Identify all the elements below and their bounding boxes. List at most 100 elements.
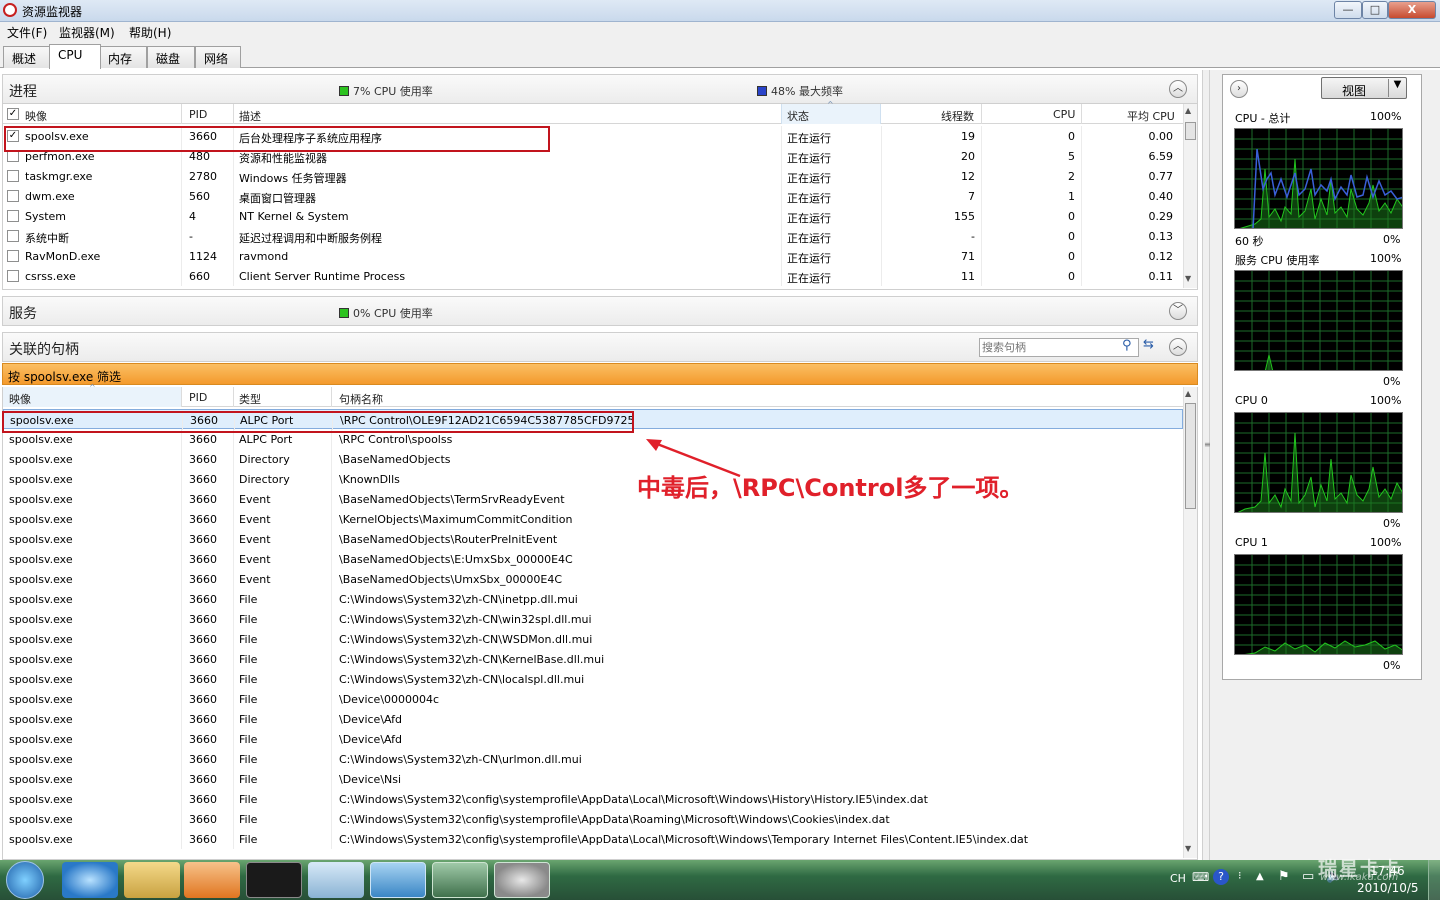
- process-checkbox[interactable]: [7, 190, 19, 202]
- scroll-up-icon[interactable]: ▲: [1185, 389, 1191, 398]
- menu-help[interactable]: 帮助(H): [129, 24, 171, 41]
- tab-overview[interactable]: 概述: [3, 46, 51, 68]
- scroll-down-icon[interactable]: ▼: [1185, 844, 1191, 853]
- process-checkbox[interactable]: [7, 230, 19, 242]
- show-desktop-button[interactable]: [1428, 860, 1440, 900]
- handle-row[interactable]: spoolsv.exe 3660 Event \BaseNamedObjects\Ro…: [3, 529, 1183, 549]
- help-icon[interactable]: ?: [1213, 869, 1229, 885]
- keyboard-icon[interactable]: ⌨: [1192, 870, 1209, 884]
- col-threads[interactable]: 线程数: [941, 108, 974, 124]
- handle-row[interactable]: spoolsv.exe 3660 Event \KernelObjects\Maxim…: [3, 509, 1183, 529]
- tray-icon[interactable]: ⁝: [1238, 869, 1242, 882]
- process-avg: 0.29: [1148, 210, 1174, 223]
- ie-icon[interactable]: [62, 862, 118, 898]
- handle-row[interactable]: spoolsv.exe 3660 File C:\Windows\System32\z…: [3, 749, 1183, 769]
- services-section-header[interactable]: 服务 0% CPU 使用率 ﹀: [2, 296, 1198, 326]
- flag-icon[interactable]: ⚑: [1278, 869, 1290, 884]
- expand-down-icon[interactable]: ﹀: [1169, 302, 1187, 320]
- process-row[interactable]: dwm.exe 560 桌面窗口管理器 正在运行 7 1 0.40: [3, 186, 1183, 206]
- col-pid[interactable]: PID: [189, 108, 207, 121]
- paint-icon[interactable]: [308, 862, 364, 898]
- col-image[interactable]: 映像: [25, 108, 47, 124]
- process-checkbox[interactable]: [7, 250, 19, 262]
- scroll-thumb[interactable]: [1185, 122, 1196, 140]
- processes-scrollbar[interactable]: ▲ ▼: [1183, 104, 1197, 288]
- refresh-icon[interactable]: ⇆: [1143, 337, 1154, 352]
- search-icon[interactable]: ⚲: [1122, 338, 1132, 353]
- clock-time[interactable]: 17:46: [1370, 864, 1405, 878]
- process-checkbox[interactable]: [7, 210, 19, 222]
- process-cpu: 0: [1068, 210, 1075, 223]
- process-threads: 71: [961, 250, 975, 263]
- view-button[interactable]: 视图 ▼: [1321, 77, 1407, 99]
- handle-image: spoolsv.exe: [9, 513, 73, 526]
- handle-row[interactable]: spoolsv.exe 3660 File \Device\Nsi: [3, 769, 1183, 789]
- collapse-up-icon[interactable]: ︿: [1169, 338, 1187, 356]
- process-desc: Windows 任务管理器: [239, 172, 347, 185]
- minimize-button[interactable]: —: [1334, 1, 1362, 19]
- processes-section-header[interactable]: 进程 7% CPU 使用率 48% 最大频率 ︿: [2, 74, 1198, 104]
- collapse-up-icon[interactable]: ︿: [1169, 80, 1187, 98]
- col-handle-pid[interactable]: PID: [189, 391, 207, 404]
- handle-row[interactable]: spoolsv.exe 3660 File C:\Windows\System32\c…: [3, 789, 1183, 809]
- media-player-icon[interactable]: [184, 862, 240, 898]
- handle-row[interactable]: spoolsv.exe 3660 File \Device\Afd: [3, 729, 1183, 749]
- scroll-up-icon[interactable]: ▲: [1185, 106, 1191, 115]
- maximize-button[interactable]: □: [1362, 1, 1388, 19]
- handles-scrollbar[interactable]: ▲ ▼: [1183, 387, 1197, 858]
- expand-right-icon[interactable]: ›: [1230, 80, 1248, 98]
- handle-row[interactable]: spoolsv.exe 3660 File C:\Windows\System32\c…: [3, 829, 1183, 849]
- col-description[interactable]: 描述: [239, 108, 261, 124]
- select-all-checkbox[interactable]: ✓: [7, 108, 19, 120]
- process-row[interactable]: csrss.exe 660 Client Server Runtime Proces…: [3, 266, 1183, 286]
- handle-image: spoolsv.exe: [9, 433, 73, 446]
- handle-row[interactable]: spoolsv.exe 3660 File C:\Windows\System32\z…: [3, 609, 1183, 629]
- col-status[interactable]: 状态: [787, 108, 809, 124]
- handle-row[interactable]: spoolsv.exe 3660 File C:\Windows\System32\z…: [3, 629, 1183, 649]
- network-icon[interactable]: ▭: [1302, 869, 1314, 884]
- col-handle-name[interactable]: 句柄名称: [339, 391, 383, 407]
- app-figure-icon[interactable]: [246, 862, 302, 898]
- process-row[interactable]: 系统中断 - 延迟过程调用和中断服务例程 正在运行 - 0 0.13: [3, 226, 1183, 246]
- process-row[interactable]: System 4 NT Kernel & System 正在运行 155 0 0.29: [3, 206, 1183, 226]
- handle-row[interactable]: spoolsv.exe 3660 File C:\Windows\System32\z…: [3, 649, 1183, 669]
- scroll-thumb[interactable]: [1185, 403, 1196, 509]
- resource-monitor-task-icon[interactable]: [432, 862, 488, 898]
- menu-monitor[interactable]: 监视器(M): [59, 24, 115, 41]
- handle-row[interactable]: spoolsv.exe 3660 Directory \BaseNamedObject…: [3, 449, 1183, 469]
- handle-row[interactable]: spoolsv.exe 3660 File C:\Windows\System32\z…: [3, 589, 1183, 609]
- handle-search-input[interactable]: [979, 338, 1139, 357]
- handle-row[interactable]: spoolsv.exe 3660 Event \BaseNamedObjects\Um…: [3, 569, 1183, 589]
- explorer-folder-icon[interactable]: [124, 862, 180, 898]
- tab-disk[interactable]: 磁盘: [147, 46, 195, 68]
- language-indicator[interactable]: CH: [1170, 872, 1186, 885]
- col-avg-cpu[interactable]: 平均 CPU: [1127, 108, 1175, 124]
- app-diamond-icon[interactable]: [370, 862, 426, 898]
- col-cpu[interactable]: CPU: [1053, 108, 1075, 121]
- process-checkbox[interactable]: [7, 170, 19, 182]
- process-row[interactable]: taskmgr.exe 2780 Windows 任务管理器 正在运行 12 2 0.77: [3, 166, 1183, 186]
- handles-section-header[interactable]: 关联的句柄 ⚲ ⇆ ︿: [2, 332, 1198, 362]
- start-orb-icon[interactable]: [6, 861, 44, 899]
- process-row[interactable]: RavMonD.exe 1124 ravmond 正在运行 71 0 0.12: [3, 246, 1183, 266]
- handle-row[interactable]: spoolsv.exe 3660 File \Device\Afd: [3, 709, 1183, 729]
- taskbar: CH ⌨ ? ⁝ ▲ ⚑ ▭ 🔈 瑞星卡卡 www.ikaka.com 17:4…: [0, 858, 1440, 900]
- menu-file[interactable]: 文件(F): [7, 24, 47, 41]
- graph-cpu-total-time: 60 秒: [1235, 235, 1264, 248]
- pane-splitter[interactable]: ≡: [1202, 70, 1211, 860]
- show-hidden-icons-icon[interactable]: ▲: [1256, 871, 1264, 882]
- col-handle-type[interactable]: 类型: [239, 391, 261, 407]
- handle-row[interactable]: spoolsv.exe 3660 Event \BaseNamedObjects\E:…: [3, 549, 1183, 569]
- process-checkbox[interactable]: [7, 270, 19, 282]
- performance-gauge-icon[interactable]: [494, 862, 550, 898]
- close-button[interactable]: X: [1388, 1, 1436, 19]
- handle-row[interactable]: spoolsv.exe 3660 File \Device\0000004c: [3, 689, 1183, 709]
- tab-memory[interactable]: 内存: [99, 46, 147, 68]
- tab-network[interactable]: 网络: [195, 46, 241, 68]
- scroll-down-icon[interactable]: ▼: [1185, 274, 1191, 283]
- handle-row[interactable]: spoolsv.exe 3660 File C:\Windows\System32\z…: [3, 669, 1183, 689]
- clock-date[interactable]: 2010/10/5: [1357, 881, 1419, 895]
- tab-cpu[interactable]: CPU: [49, 44, 101, 69]
- handle-row[interactable]: spoolsv.exe 3660 File C:\Windows\System32\c…: [3, 809, 1183, 829]
- col-handle-image[interactable]: 映像: [9, 391, 31, 407]
